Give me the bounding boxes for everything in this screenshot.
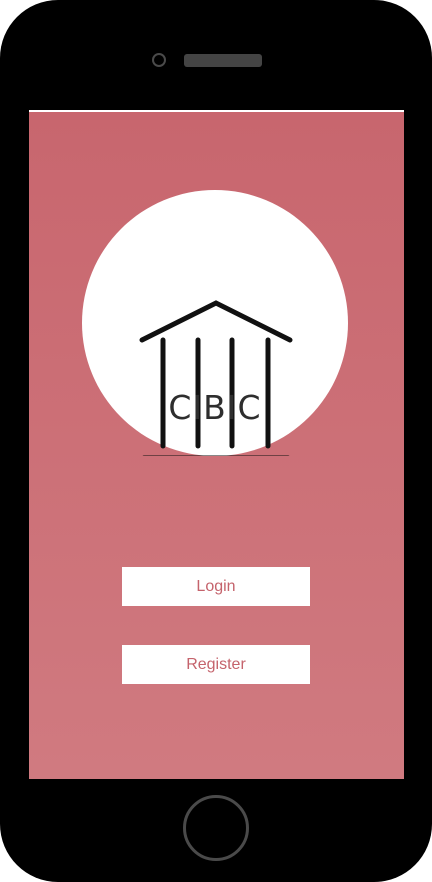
login-button[interactable]: Login [122, 567, 310, 606]
front-camera [152, 53, 166, 67]
app-name: CIBIC [168, 388, 262, 427]
phone-frame: CIBIC Login Register [0, 0, 432, 882]
home-button[interactable] [183, 795, 249, 861]
earpiece-speaker [184, 54, 262, 67]
app-screen: CIBIC Login Register [29, 110, 404, 779]
screen-top-edge [29, 110, 404, 112]
app-logo: CIBIC [82, 190, 348, 456]
register-button[interactable]: Register [122, 645, 310, 684]
